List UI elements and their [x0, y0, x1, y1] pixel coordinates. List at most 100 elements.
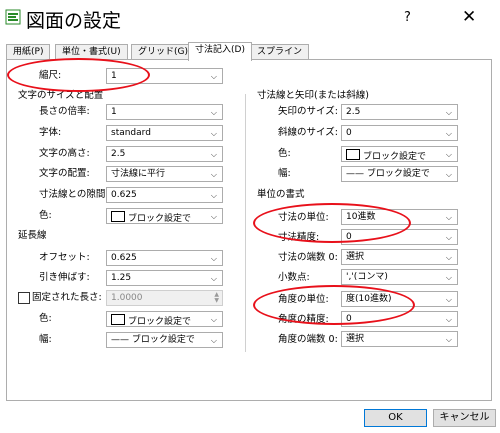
scale-value: 1 [111, 71, 117, 81]
decimal-value: ','(コンマ) [346, 272, 388, 282]
angle-unit-label: 角度の単位: [278, 294, 329, 305]
ok-button[interactable]: OK [364, 409, 427, 427]
fixed-length-label: 固定された長さ: [32, 292, 102, 303]
chevron-down-icon: ⌵ [210, 191, 217, 200]
chevron-down-icon: ⌵ [210, 72, 217, 81]
text-placement-value: 寸法線に平行 [111, 169, 166, 179]
offset-label: オフセット: [39, 252, 90, 263]
extension-color-select[interactable]: ブロック設定で ⌵ [106, 311, 223, 327]
text-offset-select[interactable]: 0.625 ⌵ [106, 187, 223, 203]
chevron-down-icon: ⌵ [210, 254, 217, 263]
cancel-button[interactable]: キャンセル [433, 409, 496, 427]
arrow-width-text: ブロック設定で [366, 169, 430, 179]
tab-grid[interactable]: グリッド(G) [131, 44, 195, 60]
help-button[interactable]: ? [404, 10, 411, 25]
arrow-color-label: 色: [278, 148, 291, 159]
length-factor-label: 長さの倍率: [39, 106, 90, 117]
decimal-label: 小数点: [278, 272, 310, 283]
extension-width-label: 幅: [39, 334, 52, 345]
arrow-color-value: ブロック設定で [346, 149, 426, 163]
scale-select[interactable]: 1 ⌵ [106, 68, 223, 84]
text-height-label: 文字の高さ: [39, 148, 90, 159]
offset-select[interactable]: 0.625 ⌵ [106, 250, 223, 266]
extension-color-label: 色: [39, 313, 52, 324]
arrow-size-label: 矢印のサイズ: [278, 106, 338, 117]
angle-zero-value: 選択 [346, 334, 365, 344]
angle-zero-label: 角度の端数 0: [278, 334, 338, 345]
fixed-length-checkbox[interactable] [18, 292, 30, 304]
linear-unit-select[interactable]: 10進数 ⌵ [341, 209, 458, 225]
spinner-arrows-icon: ▲ ▼ [214, 291, 219, 304]
chevron-down-icon: ⌵ [210, 108, 217, 117]
extension-heading: 延長線 [18, 230, 47, 241]
extend-select[interactable]: 1.25 ⌵ [106, 270, 223, 286]
color-swatch-icon [111, 211, 125, 222]
angle-precision-select[interactable]: 0 ⌵ [341, 311, 458, 327]
tab-paper[interactable]: 用紙(P) [6, 44, 51, 60]
offset-value: 0.625 [111, 253, 137, 263]
extension-color-value: ブロック設定で [111, 314, 191, 328]
precision-select[interactable]: 0 ⌵ [341, 229, 458, 245]
text-size-heading: 文字のサイズと配置 [18, 90, 104, 101]
color-swatch-icon [346, 149, 360, 160]
chevron-down-icon: ⌵ [445, 273, 452, 282]
text-placement-label: 文字の配置: [39, 168, 90, 179]
extension-color-text: ブロック設定で [128, 317, 192, 327]
decimal-select[interactable]: ','(コンマ) ⌵ [341, 269, 458, 285]
precision-label: 寸法精度: [278, 232, 320, 243]
tick-size-label: 斜線のサイズ: [278, 127, 338, 138]
arrow-width-select[interactable]: —— ブロック設定で ⌵ [341, 166, 458, 182]
chevron-down-icon: ⌵ [210, 212, 217, 221]
length-factor-select[interactable]: 1 ⌵ [106, 104, 223, 120]
text-color-label: 色: [39, 210, 52, 221]
chevron-down-icon: ⌵ [445, 129, 452, 138]
chevron-down-icon: ⌵ [210, 315, 217, 324]
extension-width-select[interactable]: —— ブロック設定で ⌵ [106, 332, 223, 348]
font-value: standard [111, 128, 151, 138]
zero-supp-label: 寸法の端数 0: [278, 252, 338, 263]
chevron-down-icon: ⌵ [210, 336, 217, 345]
zero-supp-select[interactable]: 選択 ⌵ [341, 249, 458, 265]
arrow-size-select[interactable]: 2.5 ⌵ [341, 104, 458, 120]
angle-unit-select[interactable]: 度(10進数) ⌵ [341, 291, 458, 307]
chevron-down-icon: ⌵ [445, 170, 452, 179]
chevron-down-icon: ⌵ [210, 170, 217, 179]
chevron-down-icon: ⌵ [445, 315, 452, 324]
chevron-down-icon: ⌵ [445, 253, 452, 262]
tab-spline[interactable]: スプライン [250, 44, 310, 60]
chevron-down-icon: ⌵ [210, 150, 217, 159]
text-offset-value: 0.625 [111, 190, 137, 200]
precision-value: 0 [346, 232, 352, 242]
chevron-down-icon: ⌵ [210, 129, 217, 138]
angle-unit-value: 度(10進数) [346, 294, 392, 304]
arrow-color-text: ブロック設定で [363, 152, 427, 162]
text-placement-select[interactable]: 寸法線に平行 ⌵ [106, 166, 223, 182]
chevron-down-icon: ⌵ [445, 150, 452, 159]
chevron-down-icon: ⌵ [445, 335, 452, 344]
tick-size-select[interactable]: 0 ⌵ [341, 125, 458, 141]
close-button[interactable]: ✕ [462, 7, 476, 27]
text-color-text: ブロック設定で [128, 214, 192, 224]
scale-label: 縮尺: [39, 70, 62, 81]
text-color-value: ブロック設定で [111, 211, 191, 225]
fixed-length-value: 1.0000 [111, 293, 143, 303]
tab-dimensions[interactable]: 寸法記入(D) [188, 42, 252, 61]
chevron-down-icon: ⌵ [445, 233, 452, 242]
arrow-color-select[interactable]: ブロック設定で ⌵ [341, 146, 458, 162]
tab-units-format[interactable]: 単位・書式(U) [55, 44, 128, 60]
extend-value: 1.25 [111, 273, 132, 283]
font-select[interactable]: standard ⌵ [106, 125, 223, 141]
angle-precision-value: 0 [346, 314, 352, 324]
tick-size-value: 0 [346, 128, 352, 138]
angle-zero-select[interactable]: 選択 ⌵ [341, 331, 458, 347]
units-heading: 単位の書式 [257, 189, 305, 200]
arrow-width-value: —— ブロック設定で [346, 169, 430, 179]
chevron-down-icon: ⌵ [445, 295, 452, 304]
text-height-select[interactable]: 2.5 ⌵ [106, 146, 223, 162]
extend-label: 引き伸ばす: [39, 272, 90, 283]
text-height-value: 2.5 [111, 149, 126, 159]
text-color-select[interactable]: ブロック設定で ⌵ [106, 208, 223, 224]
fixed-length-spinner[interactable]: 1.0000 ▲ ▼ [106, 290, 223, 306]
linear-unit-value: 10進数 [346, 212, 376, 222]
app-icon [5, 9, 21, 25]
